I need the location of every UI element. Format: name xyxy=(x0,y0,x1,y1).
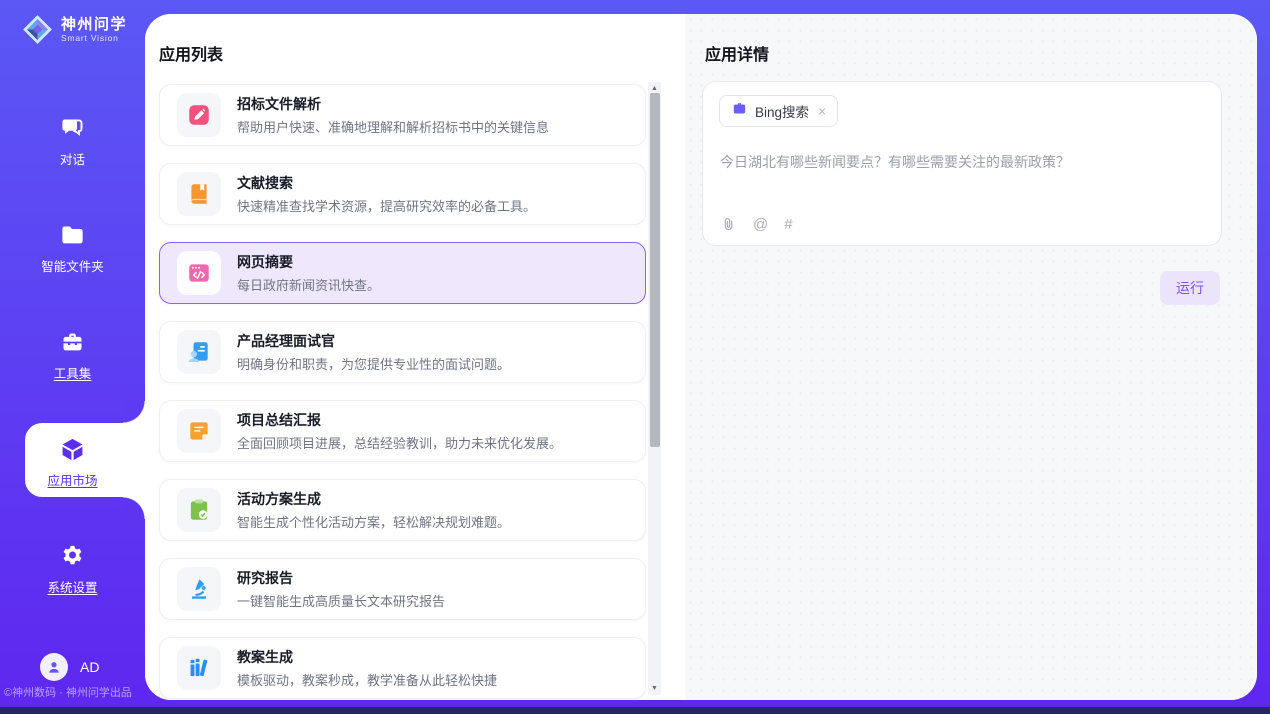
chat-icon xyxy=(59,115,86,142)
note-icon xyxy=(177,409,221,453)
tool-chip-bing-search[interactable]: Bing搜索 × xyxy=(719,95,838,127)
book-icon xyxy=(177,172,221,216)
app-card[interactable]: 教案生成 模板驱动，教案秒成，教学准备从此轻松快捷 xyxy=(159,637,646,699)
microscope-icon xyxy=(177,567,221,611)
books-icon xyxy=(177,646,221,690)
scrollbar-thumb[interactable] xyxy=(650,93,660,447)
mention-icon[interactable]: @ xyxy=(753,216,768,233)
copyright-footer: ©神州数码 · 神州问学出品 xyxy=(4,684,132,700)
main-content: 应用列表 招标文件解析 帮助用户快速、准确地理解和解析招标书中的关键信息 文献搜… xyxy=(145,14,1257,700)
close-icon[interactable]: × xyxy=(818,103,826,119)
brand-logo: 神州问学 Smart Vision xyxy=(21,13,127,46)
sidebar: 神州问学 Smart Vision 对话 智能文件夹 工具集 应用市场 系统设置… xyxy=(0,0,145,707)
scroll-down-icon[interactable]: ▼ xyxy=(648,682,661,695)
app-list-title: 应用列表 xyxy=(159,41,223,65)
app-card[interactable]: 产品经理面试官 明确身份和职责，为您提供专业性的面试问题。 xyxy=(159,321,646,383)
brand-subtitle: Smart Vision xyxy=(61,33,127,43)
user-name: AD xyxy=(80,659,99,675)
doc-edit-icon xyxy=(177,93,221,137)
app-card[interactable]: 活动方案生成 智能生成个性化活动方案，轻松解决规划难题。 xyxy=(159,479,646,541)
prompt-input[interactable]: 今日湖北有哪些新闻要点？有哪些需要关注的最新政策？ xyxy=(720,152,1205,172)
app-card[interactable]: 招标文件解析 帮助用户快速、准确地理解和解析招标书中的关键信息 xyxy=(159,84,646,146)
app-card[interactable]: 项目总结汇报 全面回顾项目进展，总结经验教训，助力未来优化发展。 xyxy=(159,400,646,462)
app-list-panel: 应用列表 招标文件解析 帮助用户快速、准确地理解和解析招标书中的关键信息 文献搜… xyxy=(145,14,685,700)
avatar xyxy=(40,653,68,681)
sidebar-item-settings[interactable]: 系统设置 xyxy=(0,538,145,596)
paperclip-icon[interactable] xyxy=(720,216,737,233)
app-card[interactable]: 网页摘要 每日政府新闻资讯快查。 xyxy=(159,242,646,304)
toolbox-icon xyxy=(59,329,86,356)
sidebar-item-toolset[interactable]: 工具集 xyxy=(0,324,145,382)
cube-icon xyxy=(59,436,86,463)
person-doc-icon xyxy=(177,330,221,374)
sidebar-nav: 对话 智能文件夹 工具集 应用市场 系统设置 xyxy=(0,110,145,645)
run-button[interactable]: 运行 xyxy=(1160,271,1220,305)
sidebar-item-app-market[interactable]: 应用市场 xyxy=(0,431,145,489)
app-detail-title: 应用详情 xyxy=(705,41,769,65)
gem-icon xyxy=(21,13,54,46)
app-detail-panel: 应用详情 Bing搜索 × 今日湖北有哪些新闻要点？有哪些需要关注的最新政策？ … xyxy=(685,14,1257,700)
hash-icon[interactable]: # xyxy=(784,216,792,233)
app-card[interactable]: 研究报告 一键智能生成高质量长文本研究报告 xyxy=(159,558,646,620)
user-account[interactable]: AD xyxy=(40,653,99,681)
tool-chip-label: Bing搜索 xyxy=(755,101,809,121)
folder-icon xyxy=(59,222,86,249)
clipboard-check-icon xyxy=(177,488,221,532)
brand-name: 神州问学 xyxy=(61,16,127,33)
app-card[interactable]: 文献搜索 快速精准查找学术资源，提高研究效率的必备工具。 xyxy=(159,163,646,225)
gear-icon xyxy=(59,543,86,570)
scrollbar-track[interactable]: ▲ ▼ xyxy=(648,82,661,695)
user-icon xyxy=(45,658,63,676)
browser-code-icon xyxy=(177,251,221,295)
sidebar-item-smart-folder[interactable]: 智能文件夹 xyxy=(0,217,145,275)
sidebar-item-chat[interactable]: 对话 xyxy=(0,110,145,168)
prompt-toolbar: @ # xyxy=(720,216,793,233)
briefcase-icon xyxy=(731,100,748,122)
app-window: 神州问学 Smart Vision 对话 智能文件夹 工具集 应用市场 系统设置… xyxy=(0,0,1270,707)
prompt-card: Bing搜索 × 今日湖北有哪些新闻要点？有哪些需要关注的最新政策？ @ # xyxy=(702,81,1222,246)
app-list: 招标文件解析 帮助用户快速、准确地理解和解析招标书中的关键信息 文献搜索 快速精… xyxy=(159,84,646,700)
